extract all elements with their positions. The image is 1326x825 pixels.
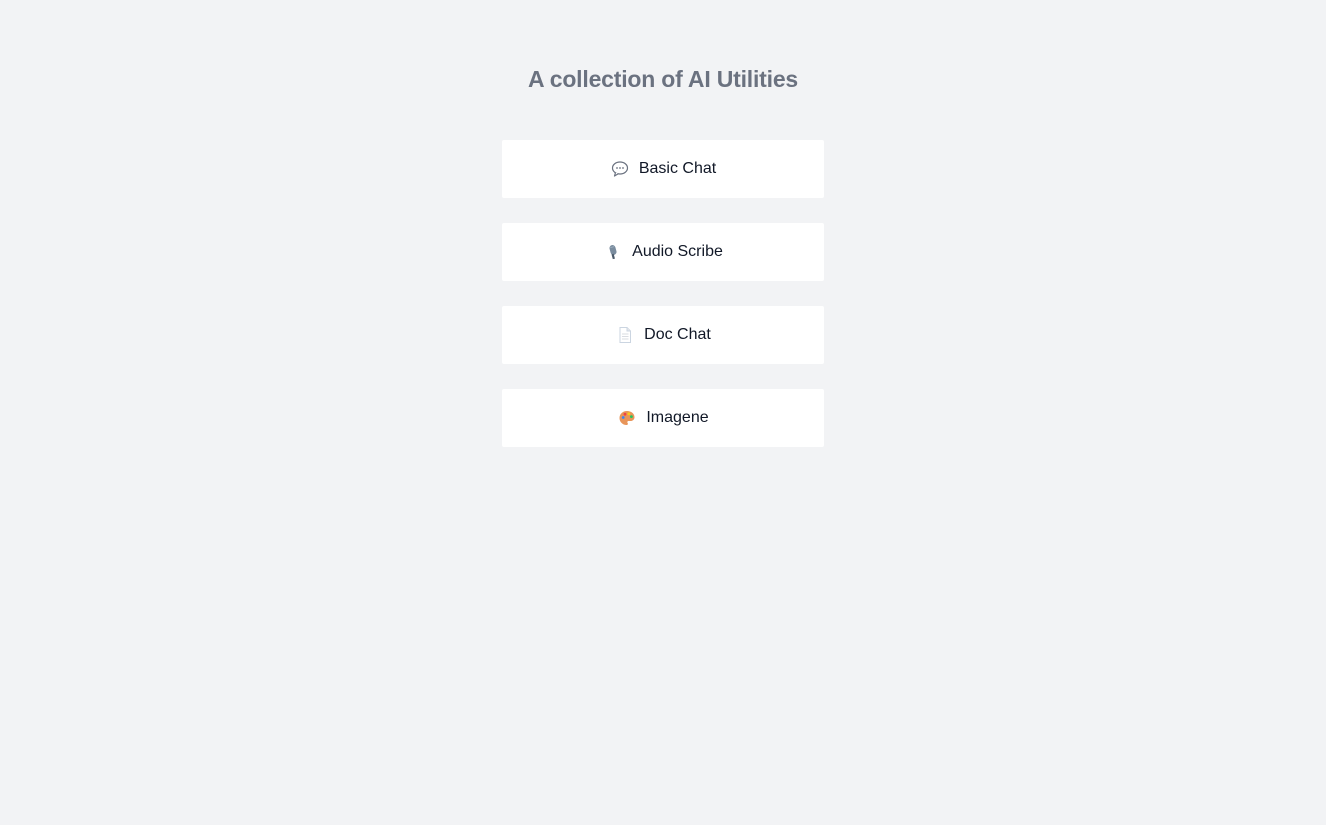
basic-chat-button[interactable]: Basic Chat — [502, 140, 824, 198]
audio-scribe-button[interactable]: Audio Scribe — [502, 223, 824, 281]
microphone-icon — [603, 242, 623, 262]
imagene-label: Imagene — [646, 409, 709, 426]
audio-scribe-label: Audio Scribe — [632, 243, 723, 260]
utility-menu: Basic Chat Audio Scribe Doc Chat Imagene — [502, 140, 824, 472]
page: A collection of AI Utilities Basic Chat — [0, 0, 1326, 825]
doc-chat-label: Doc Chat — [644, 326, 711, 343]
document-icon — [615, 325, 635, 345]
palette-icon — [617, 408, 637, 428]
page-title: A collection of AI Utilities — [528, 66, 798, 92]
speech-bubble-icon — [610, 159, 630, 179]
imagene-button[interactable]: Imagene — [502, 389, 824, 447]
basic-chat-label: Basic Chat — [638, 160, 717, 177]
doc-chat-button[interactable]: Doc Chat — [502, 306, 824, 364]
